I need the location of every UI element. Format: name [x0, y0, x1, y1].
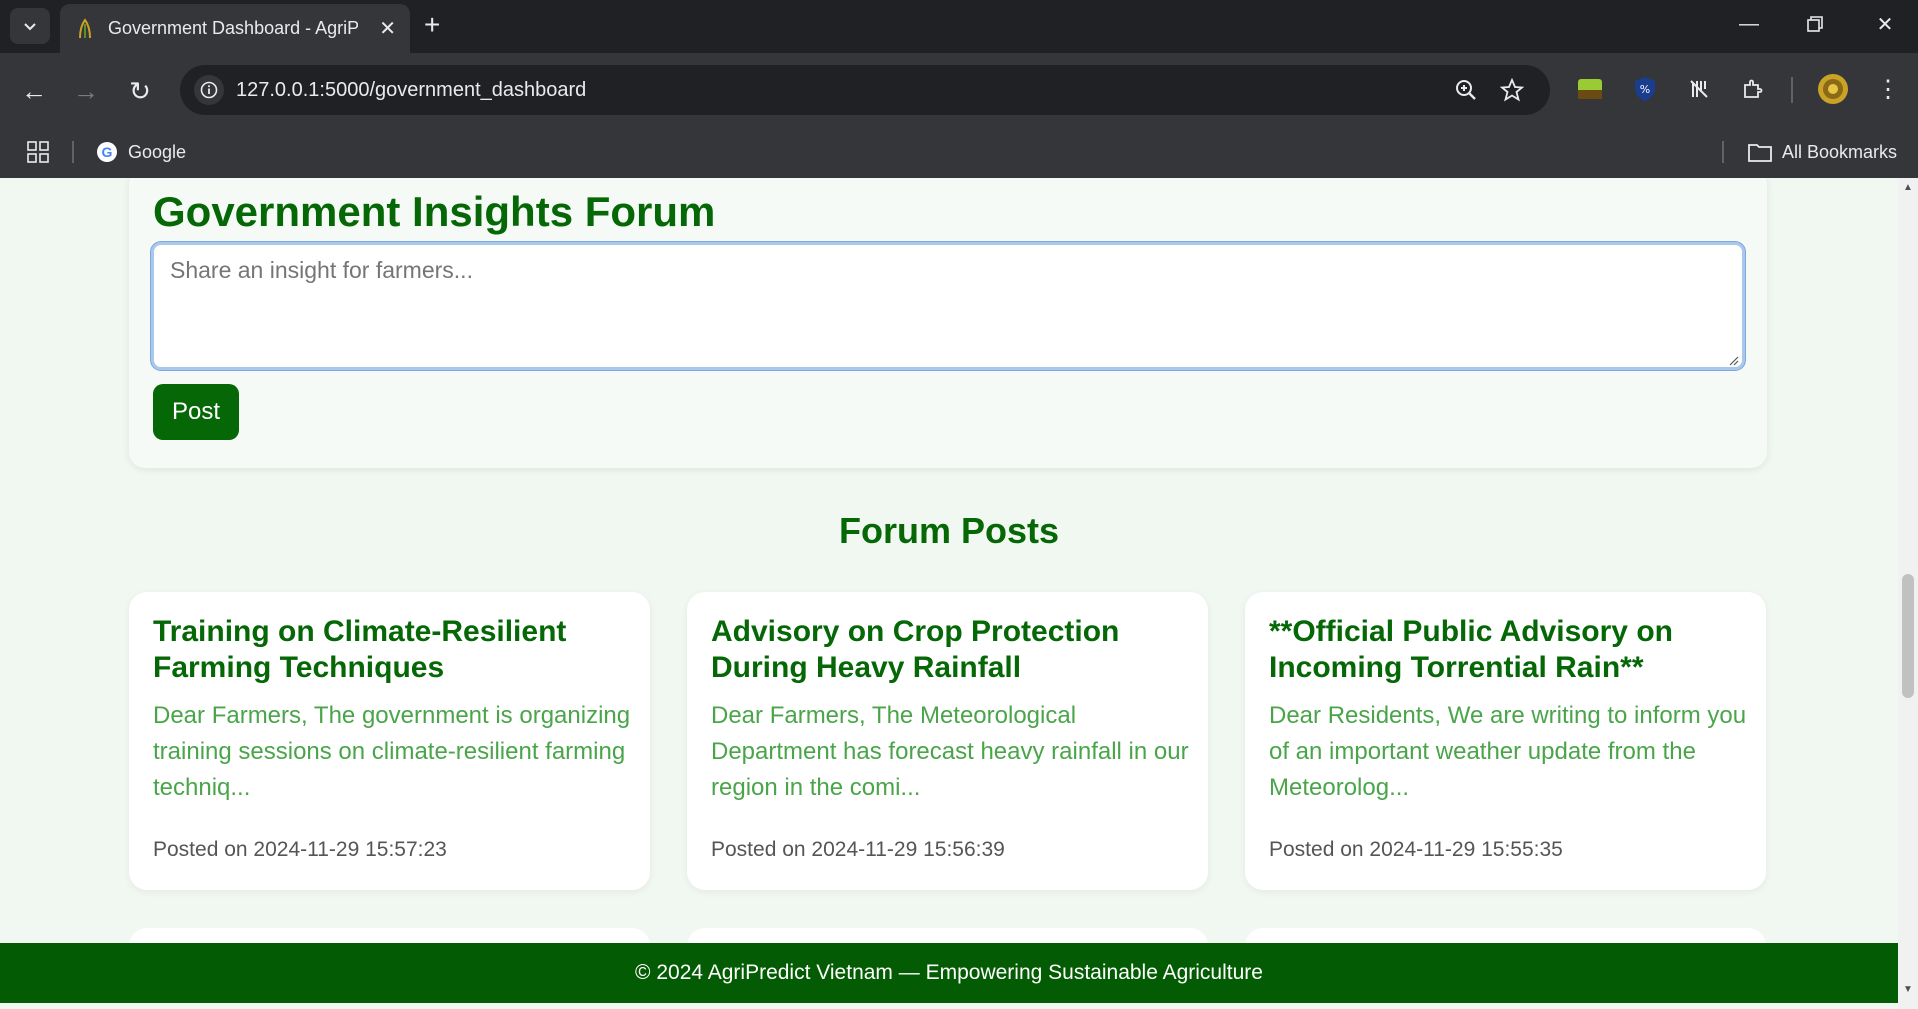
close-tab-icon[interactable]: ✕ — [379, 16, 396, 41]
extensions-puzzle-icon[interactable] — [1735, 71, 1771, 107]
apps-grid-icon[interactable] — [27, 141, 49, 163]
scrollbar-thumb[interactable] — [1902, 574, 1914, 698]
tab-title: Government Dashboard - AgriPredict — [108, 18, 358, 38]
post-card[interactable]: Training on Climate-Resilient Farming Te… — [129, 592, 650, 890]
address-bar[interactable]: 127.0.0.1:5000/government_dashboard — [180, 65, 1550, 115]
scroll-down-icon[interactable]: ▼ — [1902, 984, 1914, 995]
post-excerpt: Dear Farmers, The Meteorological Departm… — [711, 702, 1189, 801]
post-date: Posted on 2024-11-29 15:57:23 — [153, 838, 447, 861]
bookmarks-divider — [72, 141, 74, 163]
page-scrollbar[interactable]: ▲ ▼ — [1898, 178, 1918, 1009]
restore-icon[interactable] — [1788, 6, 1842, 42]
shield-extension-icon[interactable]: % — [1627, 71, 1663, 107]
favicon-icon — [79, 17, 91, 38]
profile-avatar[interactable] — [1815, 71, 1851, 107]
url-text: 127.0.0.1:5000/government_dashboard — [236, 78, 587, 101]
post-date: Posted on 2024-11-29 15:56:39 — [711, 838, 1005, 861]
bookmarks-bar: G Google All Bookmarks — [0, 127, 1918, 177]
resize-grip-icon[interactable] — [1727, 354, 1739, 366]
google-icon: G — [97, 142, 117, 162]
post-title: Training on Climate-Resilient Farming Te… — [153, 615, 567, 684]
scroll-up-icon[interactable]: ▲ — [1902, 182, 1914, 193]
svg-text:%: % — [1640, 83, 1650, 96]
post-title: **Official Public Advisory on Incoming T… — [1269, 615, 1673, 684]
bookmark-star-icon[interactable] — [1500, 78, 1524, 102]
menu-kebab-icon[interactable]: ⋮ — [1870, 71, 1906, 107]
post-title: Advisory on Crop Protection During Heavy… — [711, 615, 1120, 684]
back-icon[interactable]: ← — [14, 71, 54, 111]
insight-input[interactable] — [151, 242, 1745, 370]
folder-icon — [1748, 144, 1772, 162]
close-window-icon[interactable]: ✕ — [1858, 6, 1912, 42]
bookmarks-divider-right — [1722, 141, 1724, 163]
bookmark-label: Google — [128, 141, 187, 162]
forum-posts-heading: Forum Posts — [838, 510, 1060, 551]
post-card[interactable]: **Official Public Advisory on Incoming T… — [1245, 592, 1766, 890]
new-tab-icon[interactable]: + — [424, 10, 440, 40]
forward-icon[interactable]: → — [66, 71, 106, 111]
page-footer: © 2024 AgriPredict Vietnam — Empowering … — [0, 943, 1898, 1003]
chevron-down-icon — [24, 23, 36, 31]
post-excerpt: Dear Farmers, The government is organizi… — [153, 702, 631, 801]
svg-text:G: G — [102, 144, 113, 160]
browser-tab-strip: Government Dashboard - AgriPredict ✕ + —… — [0, 0, 1918, 53]
browser-tab[interactable]: Government Dashboard - AgriPredict ✕ — [60, 4, 410, 53]
all-bookmarks-label: All Bookmarks — [1782, 141, 1898, 162]
all-bookmarks-button[interactable]: All Bookmarks — [1748, 142, 1897, 163]
browser-toolbar: ← → ↻ 127.0.0.1:5000/government_dashboar… — [0, 53, 1918, 178]
extension-icon-1[interactable] — [1572, 71, 1608, 107]
bookmark-google[interactable]: G Google — [96, 141, 186, 163]
toolbar-divider — [1791, 77, 1793, 103]
page-content: Government Insights Forum Post Forum Pos… — [0, 178, 1898, 1009]
zoom-icon[interactable] — [1454, 78, 1478, 102]
extension-icon-3[interactable] — [1681, 71, 1717, 107]
post-date: Posted on 2024-11-29 15:55:35 — [1269, 838, 1563, 861]
tab-search-button[interactable] — [10, 8, 50, 44]
minimize-icon[interactable]: — — [1722, 6, 1776, 42]
site-info-icon[interactable] — [194, 75, 224, 105]
forum-title: Government Insights Forum — [153, 188, 716, 235]
post-card[interactable]: Advisory on Crop Protection During Heavy… — [687, 592, 1208, 890]
forum-card: Government Insights Forum Post — [129, 178, 1767, 468]
reload-icon[interactable]: ↻ — [120, 71, 160, 111]
post-button[interactable]: Post — [153, 384, 239, 440]
post-excerpt: Dear Residents, We are writing to inform… — [1269, 702, 1747, 801]
